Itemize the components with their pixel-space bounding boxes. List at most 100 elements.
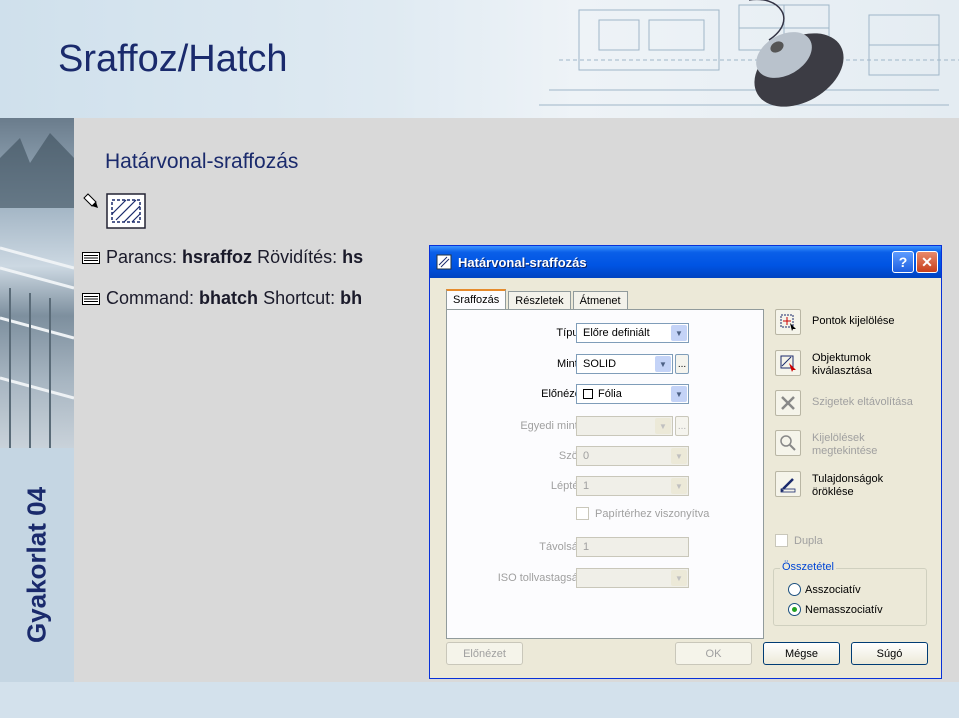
hatch-tool-icon: [106, 193, 146, 229]
iso-select[interactable]: ▼: [576, 568, 689, 588]
szog-label: Szög:: [558, 450, 587, 462]
computer-mouse-icon: [749, 0, 844, 107]
nemasszociativ-radio[interactable]: Nemasszociatív: [788, 603, 883, 616]
egyedi-minta-label: Egyedi minta:: [520, 420, 587, 432]
keyboard-icon: [82, 292, 100, 305]
elonezet-swatch-select[interactable]: Fólia ▼: [576, 384, 689, 404]
asszociativ-label: Asszociatív: [805, 583, 861, 596]
egyedi-minta-select[interactable]: ▼: [576, 416, 673, 436]
pick-points-icon: [780, 314, 796, 331]
szog-value: 0: [583, 450, 590, 462]
osszetetel-group: Összetétel Asszociatív Nemasszociatív: [773, 561, 927, 626]
slide-header: Sraffoz/Hatch: [0, 0, 959, 118]
tipus-label: Típus:: [556, 327, 587, 339]
papirterhez-checkbox[interactable]: Papírtérhez viszonyítva: [576, 507, 709, 520]
shortcut-label: Shortcut:: [258, 288, 341, 308]
help-title-button[interactable]: ?: [892, 251, 914, 273]
tab-atmenet[interactable]: Átmenet: [572, 291, 628, 310]
blueprint-background: [539, 0, 959, 107]
footer-band: [0, 682, 959, 718]
tab-sraffozas[interactable]: Sraffozás: [446, 289, 507, 311]
inherit-properties-button[interactable]: [775, 471, 801, 497]
osszetetel-legend: Összetétel: [780, 561, 836, 573]
remove-islands-icon: [781, 396, 795, 410]
pencil-icon: [83, 193, 98, 208]
chevron-down-icon: ▼: [671, 448, 687, 464]
dupla-label: Dupla: [794, 534, 823, 547]
minta-value: SOLID: [583, 358, 617, 370]
pick-points-button[interactable]: [775, 309, 801, 335]
select-objects-icon: [780, 355, 796, 372]
view-selections-label: Kijelölések megtekintése: [812, 432, 877, 458]
leptek-label: Lépték:: [550, 480, 587, 492]
cancel-button[interactable]: Mégse: [763, 642, 840, 665]
hatch-app-icon: [436, 254, 452, 270]
tavolsag-label: Távolság:: [539, 541, 587, 553]
chevron-down-icon: ▼: [671, 325, 687, 341]
select-objects-button[interactable]: [775, 350, 801, 376]
command-name: bhatch: [199, 288, 259, 308]
paintbrush-icon: [780, 478, 796, 493]
tavolsag-value: 1: [583, 541, 590, 553]
view-selections-line2: megtekintése: [812, 445, 878, 457]
ok-button[interactable]: OK: [675, 642, 752, 665]
chevron-down-icon: ▼: [671, 570, 687, 586]
help-button[interactable]: Súgó: [851, 642, 928, 665]
inherit-properties-line2: öröklése: [812, 486, 854, 498]
command-label: Parancs:: [106, 247, 183, 267]
close-button[interactable]: ✕: [916, 251, 938, 273]
command-line-hu: Parancs: hsraffoz Rövidítés: hs: [82, 247, 363, 268]
select-objects-line2: kiválasztása: [812, 365, 872, 377]
slide-title: Sraffoz/Hatch: [58, 38, 288, 80]
pick-points-label: Pontok kijelölése: [812, 315, 895, 327]
tipus-value: Előre definiált: [583, 327, 650, 339]
side-label: Gyakorlat 04: [21, 486, 52, 644]
preview-button[interactable]: Előnézet: [446, 642, 523, 665]
shortcut-name: bh: [340, 288, 363, 308]
view-selections-line1: Kijelölések: [812, 432, 865, 444]
checkbox-box: [576, 507, 589, 520]
chevron-down-icon: ▼: [655, 356, 671, 372]
dupla-checkbox[interactable]: Dupla: [775, 534, 823, 547]
elonezet-value: Fólia: [598, 388, 622, 400]
tavolsag-input[interactable]: 1: [576, 537, 689, 557]
dialog-titlebar[interactable]: Határvonal-sraffozás ? ✕: [430, 246, 941, 278]
szog-select[interactable]: 0 ▼: [576, 446, 689, 466]
tab-panel: Típus: Előre definiált ▼ Minta: SOLID ▼ …: [446, 309, 764, 639]
checkbox-box: [775, 534, 788, 547]
leptek-value: 1: [583, 480, 590, 492]
asszociativ-radio[interactable]: Asszociatív: [788, 583, 861, 596]
view-selections-button[interactable]: [775, 430, 801, 456]
command-name: hsraffoz: [182, 247, 253, 267]
tab-reszletek[interactable]: Részletek: [508, 291, 571, 310]
papirterhez-label: Papírtérhez viszonyítva: [595, 507, 710, 520]
minta-browse-button[interactable]: ...: [675, 354, 689, 374]
select-objects-line1: Objektumok: [812, 352, 871, 364]
inherit-properties-line1: Tulajdonságok: [812, 473, 884, 485]
remove-islands-label: Szigetek eltávolítása: [812, 396, 913, 408]
chevron-down-icon: ▼: [655, 418, 671, 434]
select-objects-label: Objektumok kiválasztása: [812, 352, 872, 378]
command-label: Command:: [106, 288, 200, 308]
egyedi-minta-browse-button[interactable]: ...: [675, 416, 689, 436]
minta-select[interactable]: SOLID ▼: [576, 354, 673, 374]
iso-label: ISO tollvastagság:: [497, 572, 587, 584]
chevron-down-icon: ▼: [671, 386, 687, 402]
tool-icons: [83, 193, 146, 229]
tipus-select[interactable]: Előre definiált ▼: [576, 323, 689, 343]
section-title: Határvonal-sraffozás: [105, 150, 299, 173]
command-line-en: Command: bhatch Shortcut: bh: [82, 288, 362, 309]
hatch-dialog: Határvonal-sraffozás ? ✕ Sraffozás Részl…: [429, 245, 942, 679]
radio-dot: [788, 583, 801, 596]
dialog-tabs: Sraffozás Részletek Átmenet: [446, 288, 630, 311]
radio-dot-selected: [788, 603, 801, 616]
nemasszociativ-label: Nemasszociatív: [805, 603, 883, 616]
keyboard-icon: [82, 251, 100, 264]
elonezet-label: Előnézet:: [541, 388, 587, 400]
building-photo: [0, 118, 74, 448]
magnifier-icon: [780, 435, 796, 451]
inherit-properties-label: Tulajdonságok öröklése: [812, 473, 883, 499]
remove-islands-button[interactable]: [775, 390, 801, 416]
chevron-down-icon: ▼: [671, 478, 687, 494]
leptek-select[interactable]: 1 ▼: [576, 476, 689, 496]
